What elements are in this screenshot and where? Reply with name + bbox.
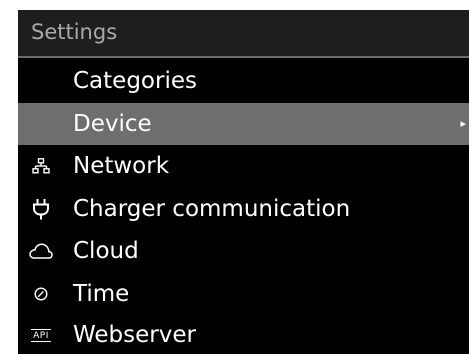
menu-item-cloud[interactable]: Cloud: [18, 230, 469, 272]
cloud-icon: [28, 230, 54, 272]
menu-item-label: Time: [73, 281, 130, 307]
title-divider: [18, 56, 469, 58]
menu-item-charger-communication[interactable]: Charger communication: [18, 188, 469, 230]
submenu-arrow-icon: ▸: [460, 117, 466, 130]
menu-item-label: Charger communication: [73, 196, 351, 222]
menu-item-label: Webserver: [73, 322, 196, 348]
menu-item-label: Device: [73, 111, 152, 137]
menu-item-network[interactable]: Network: [18, 145, 469, 187]
clock-icon: [28, 273, 54, 315]
menu-item-webserver[interactable]: API Webserver: [18, 314, 469, 354]
api-icon: API: [31, 328, 51, 342]
menu-item-time[interactable]: Time: [18, 273, 469, 315]
plug-icon: [28, 188, 54, 230]
display-screen: Settings Categories Device ▸ Network Cha…: [18, 10, 469, 354]
title-bar: Settings: [18, 10, 469, 56]
page-title: Settings: [31, 20, 118, 44]
menu-item-label: Cloud: [73, 238, 139, 264]
network-icon: [28, 145, 54, 187]
menu-header-label: Categories: [73, 68, 197, 94]
menu-header: Categories: [18, 60, 469, 102]
menu-item-label: Network: [73, 153, 170, 179]
menu-item-device[interactable]: Device ▸: [18, 103, 469, 145]
